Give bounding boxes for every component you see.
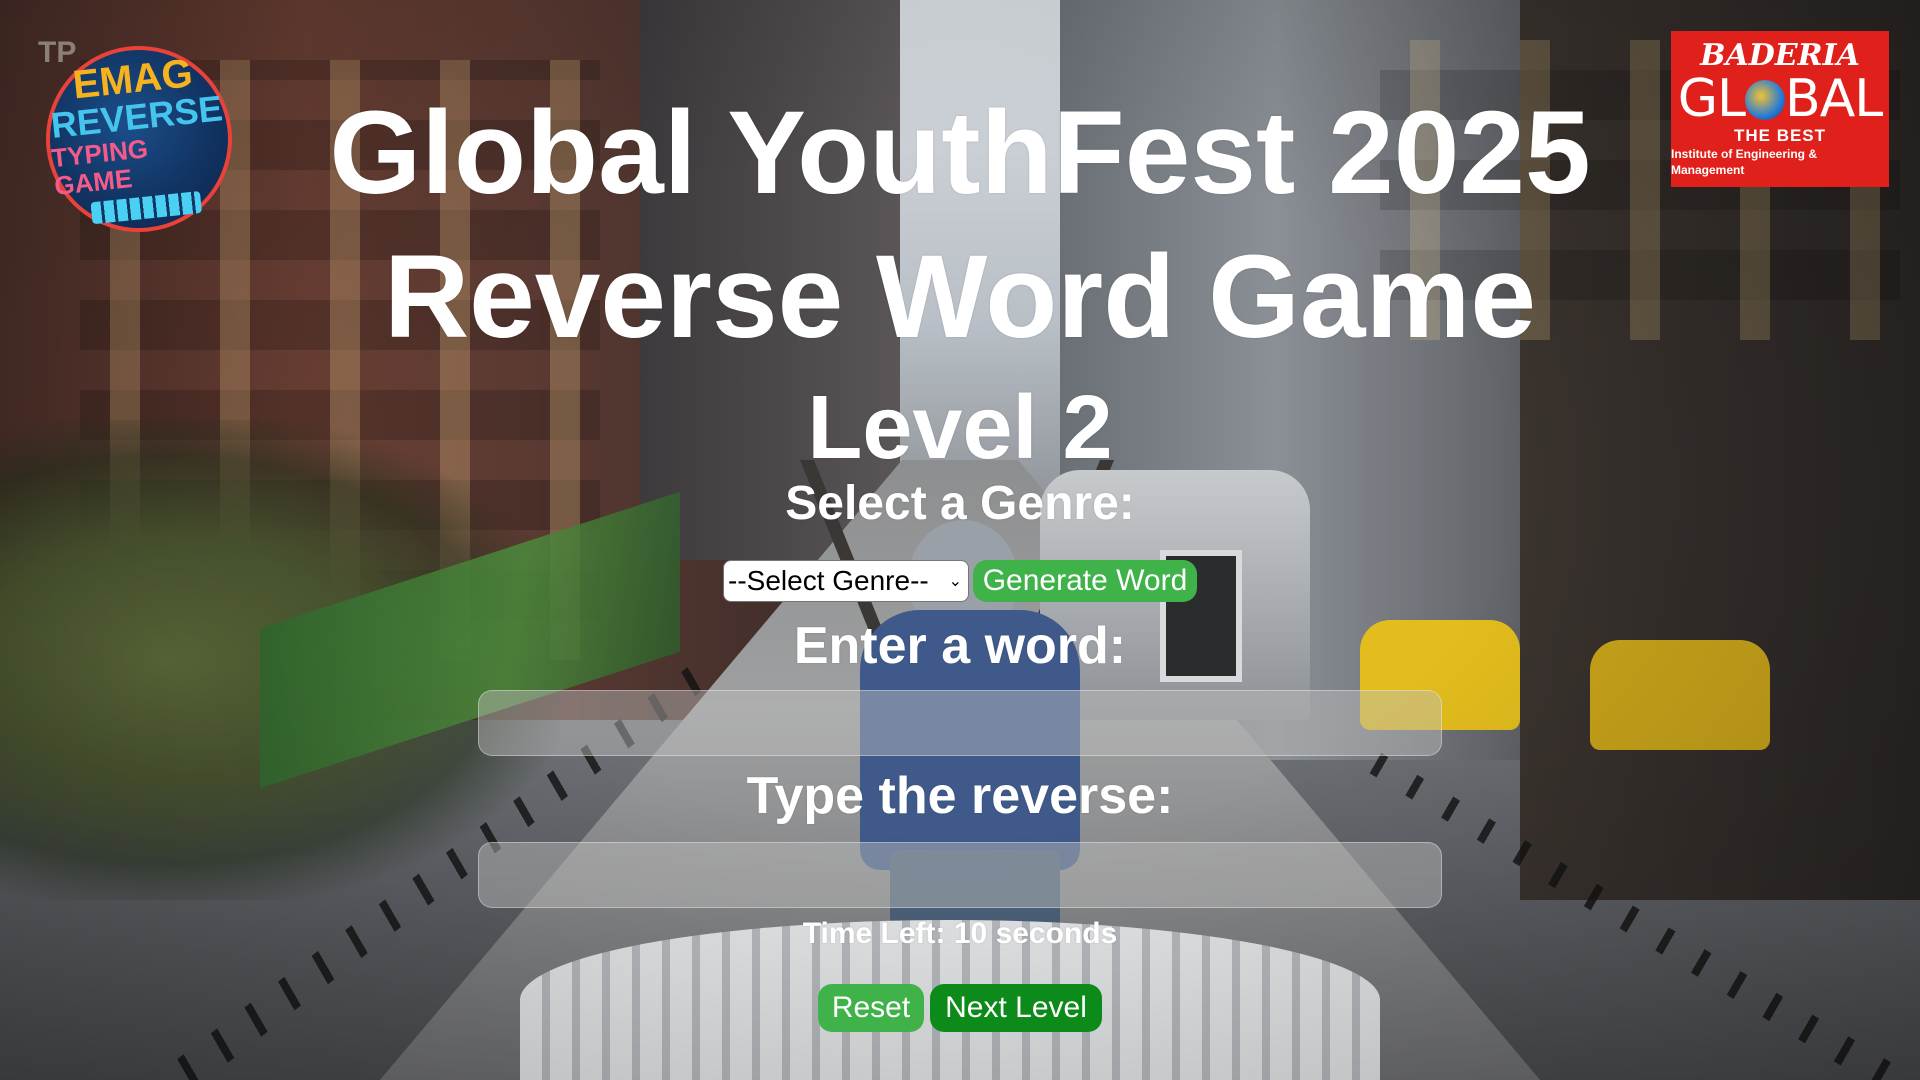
genre-select[interactable]: --Select Genre-- ⌄ xyxy=(723,560,969,602)
genre-label: Select a Genre: xyxy=(785,477,1135,530)
game-controls: Reset Next Level xyxy=(0,984,1920,1032)
timer-value: 10 xyxy=(953,917,988,950)
genre-select-value: --Select Genre-- xyxy=(728,565,929,596)
timer-unit: seconds xyxy=(995,917,1118,950)
page-title: Global YouthFest 2025 xyxy=(329,87,1591,219)
level-indicator: Level 2 xyxy=(807,378,1113,478)
next-level-button[interactable]: Next Level xyxy=(930,984,1102,1032)
enter-word-label: Enter a word: xyxy=(793,617,1127,675)
timer-display: Time Left: 10 seconds xyxy=(0,916,1920,952)
institute-logo-name: BADERIA xyxy=(1700,38,1860,73)
reset-button[interactable]: Reset xyxy=(818,984,924,1032)
generate-word-button[interactable]: Generate Word xyxy=(973,560,1197,602)
genre-controls: --Select Genre-- ⌄ Generate Word xyxy=(0,560,1920,602)
reverse-word-label: Type the reverse: xyxy=(746,767,1174,825)
timer-prefix: Time Left: xyxy=(802,917,946,950)
game-title: Reverse Word Game xyxy=(383,231,1537,363)
chevron-down-icon: ⌄ xyxy=(948,573,962,590)
word-input[interactable] xyxy=(478,690,1442,756)
reverse-input[interactable] xyxy=(478,842,1442,908)
